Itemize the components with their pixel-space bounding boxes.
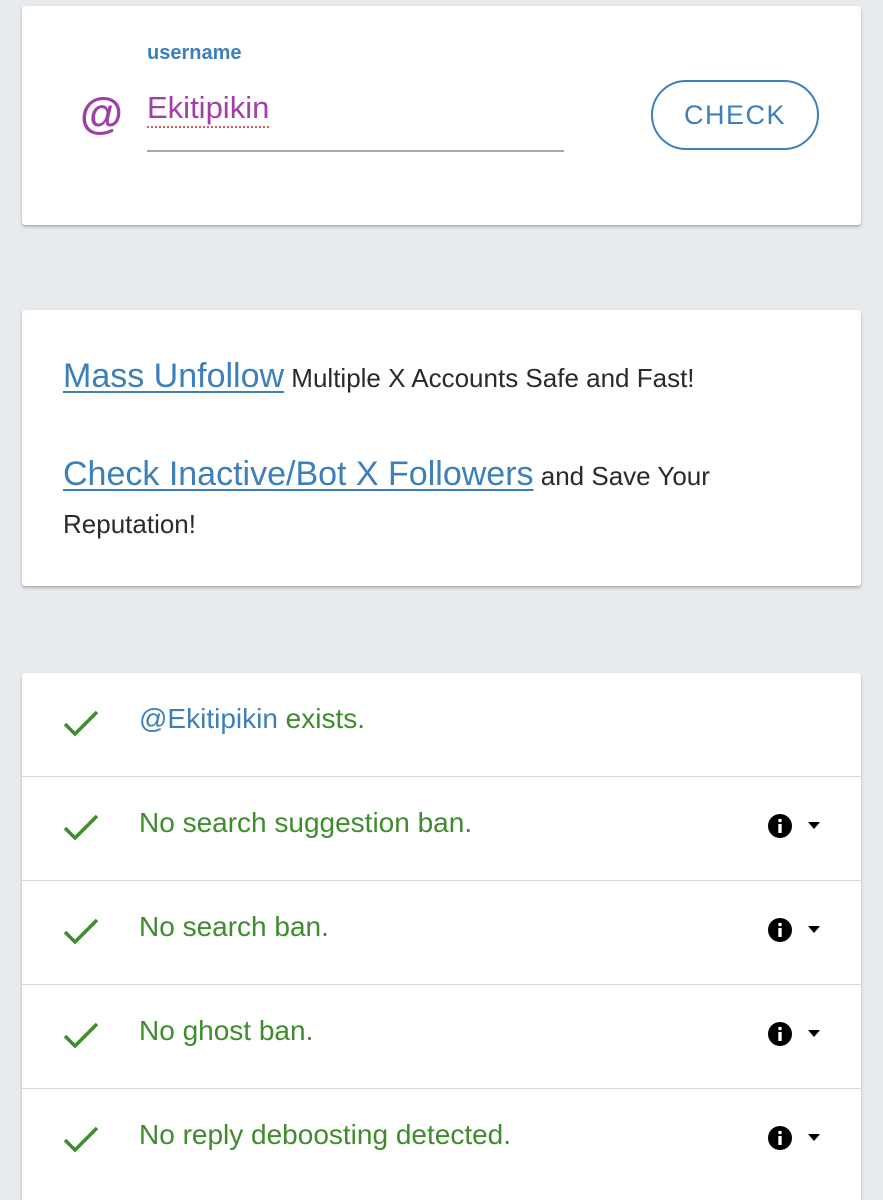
chevron-down-icon[interactable] <box>808 1134 820 1142</box>
result-text: No search suggestion ban. <box>139 807 473 838</box>
username-label: username <box>147 42 242 64</box>
promo-line-mass-unfollow: Mass Unfollow Multiple X Accounts Safe a… <box>63 352 803 402</box>
check-button[interactable]: CHECK <box>651 80 819 150</box>
username-handle: @Ekitipikin <box>139 703 278 734</box>
chevron-down-icon[interactable] <box>808 926 820 934</box>
promo-card: Mass Unfollow Multiple X Accounts Safe a… <box>22 310 861 586</box>
mass-unfollow-link[interactable]: Mass Unfollow <box>63 357 284 395</box>
result-text: No search ban. <box>139 911 329 942</box>
info-icon[interactable] <box>767 1125 793 1151</box>
chevron-down-icon[interactable] <box>808 1030 820 1038</box>
result-text: No reply deboosting detected. <box>139 1119 512 1150</box>
result-text: No ghost ban. <box>139 1015 314 1046</box>
result-status-text: exists. <box>277 703 366 734</box>
promo-line-check-inactive: Check Inactive/Bot X Followers and Save … <box>63 450 803 548</box>
check-mark-icon <box>63 710 99 737</box>
result-row-ghost-ban[interactable]: No ghost ban. <box>22 985 861 1089</box>
check-inactive-followers-link[interactable]: Check Inactive/Bot X Followers <box>63 455 534 493</box>
result-row-search-suggestion-ban[interactable]: No search suggestion ban. <box>22 777 861 881</box>
username-search-card: @ username Ekitipikin CHECK <box>22 6 861 225</box>
promo-text: Multiple X Accounts Safe and Fast! <box>284 363 695 393</box>
results-list: @Ekitipikin exists. No search suggestion… <box>22 673 861 1200</box>
result-row-reply-deboosting[interactable]: No reply deboosting detected. <box>22 1089 861 1193</box>
check-mark-icon <box>63 918 99 945</box>
info-icon[interactable] <box>767 1021 793 1047</box>
check-mark-icon <box>63 814 99 841</box>
info-icon[interactable] <box>767 813 793 839</box>
username-input[interactable]: Ekitipikin <box>147 90 269 126</box>
at-icon: @ <box>80 89 123 138</box>
info-icon[interactable] <box>767 917 793 943</box>
check-mark-icon <box>63 1126 99 1153</box>
chevron-down-icon[interactable] <box>808 822 820 830</box>
result-row-search-ban[interactable]: No search ban. <box>22 881 861 985</box>
result-text: @Ekitipikin exists. <box>139 703 365 735</box>
username-input-underline <box>147 150 564 152</box>
check-mark-icon <box>63 1022 99 1049</box>
result-row-exists: @Ekitipikin exists. <box>22 673 861 777</box>
